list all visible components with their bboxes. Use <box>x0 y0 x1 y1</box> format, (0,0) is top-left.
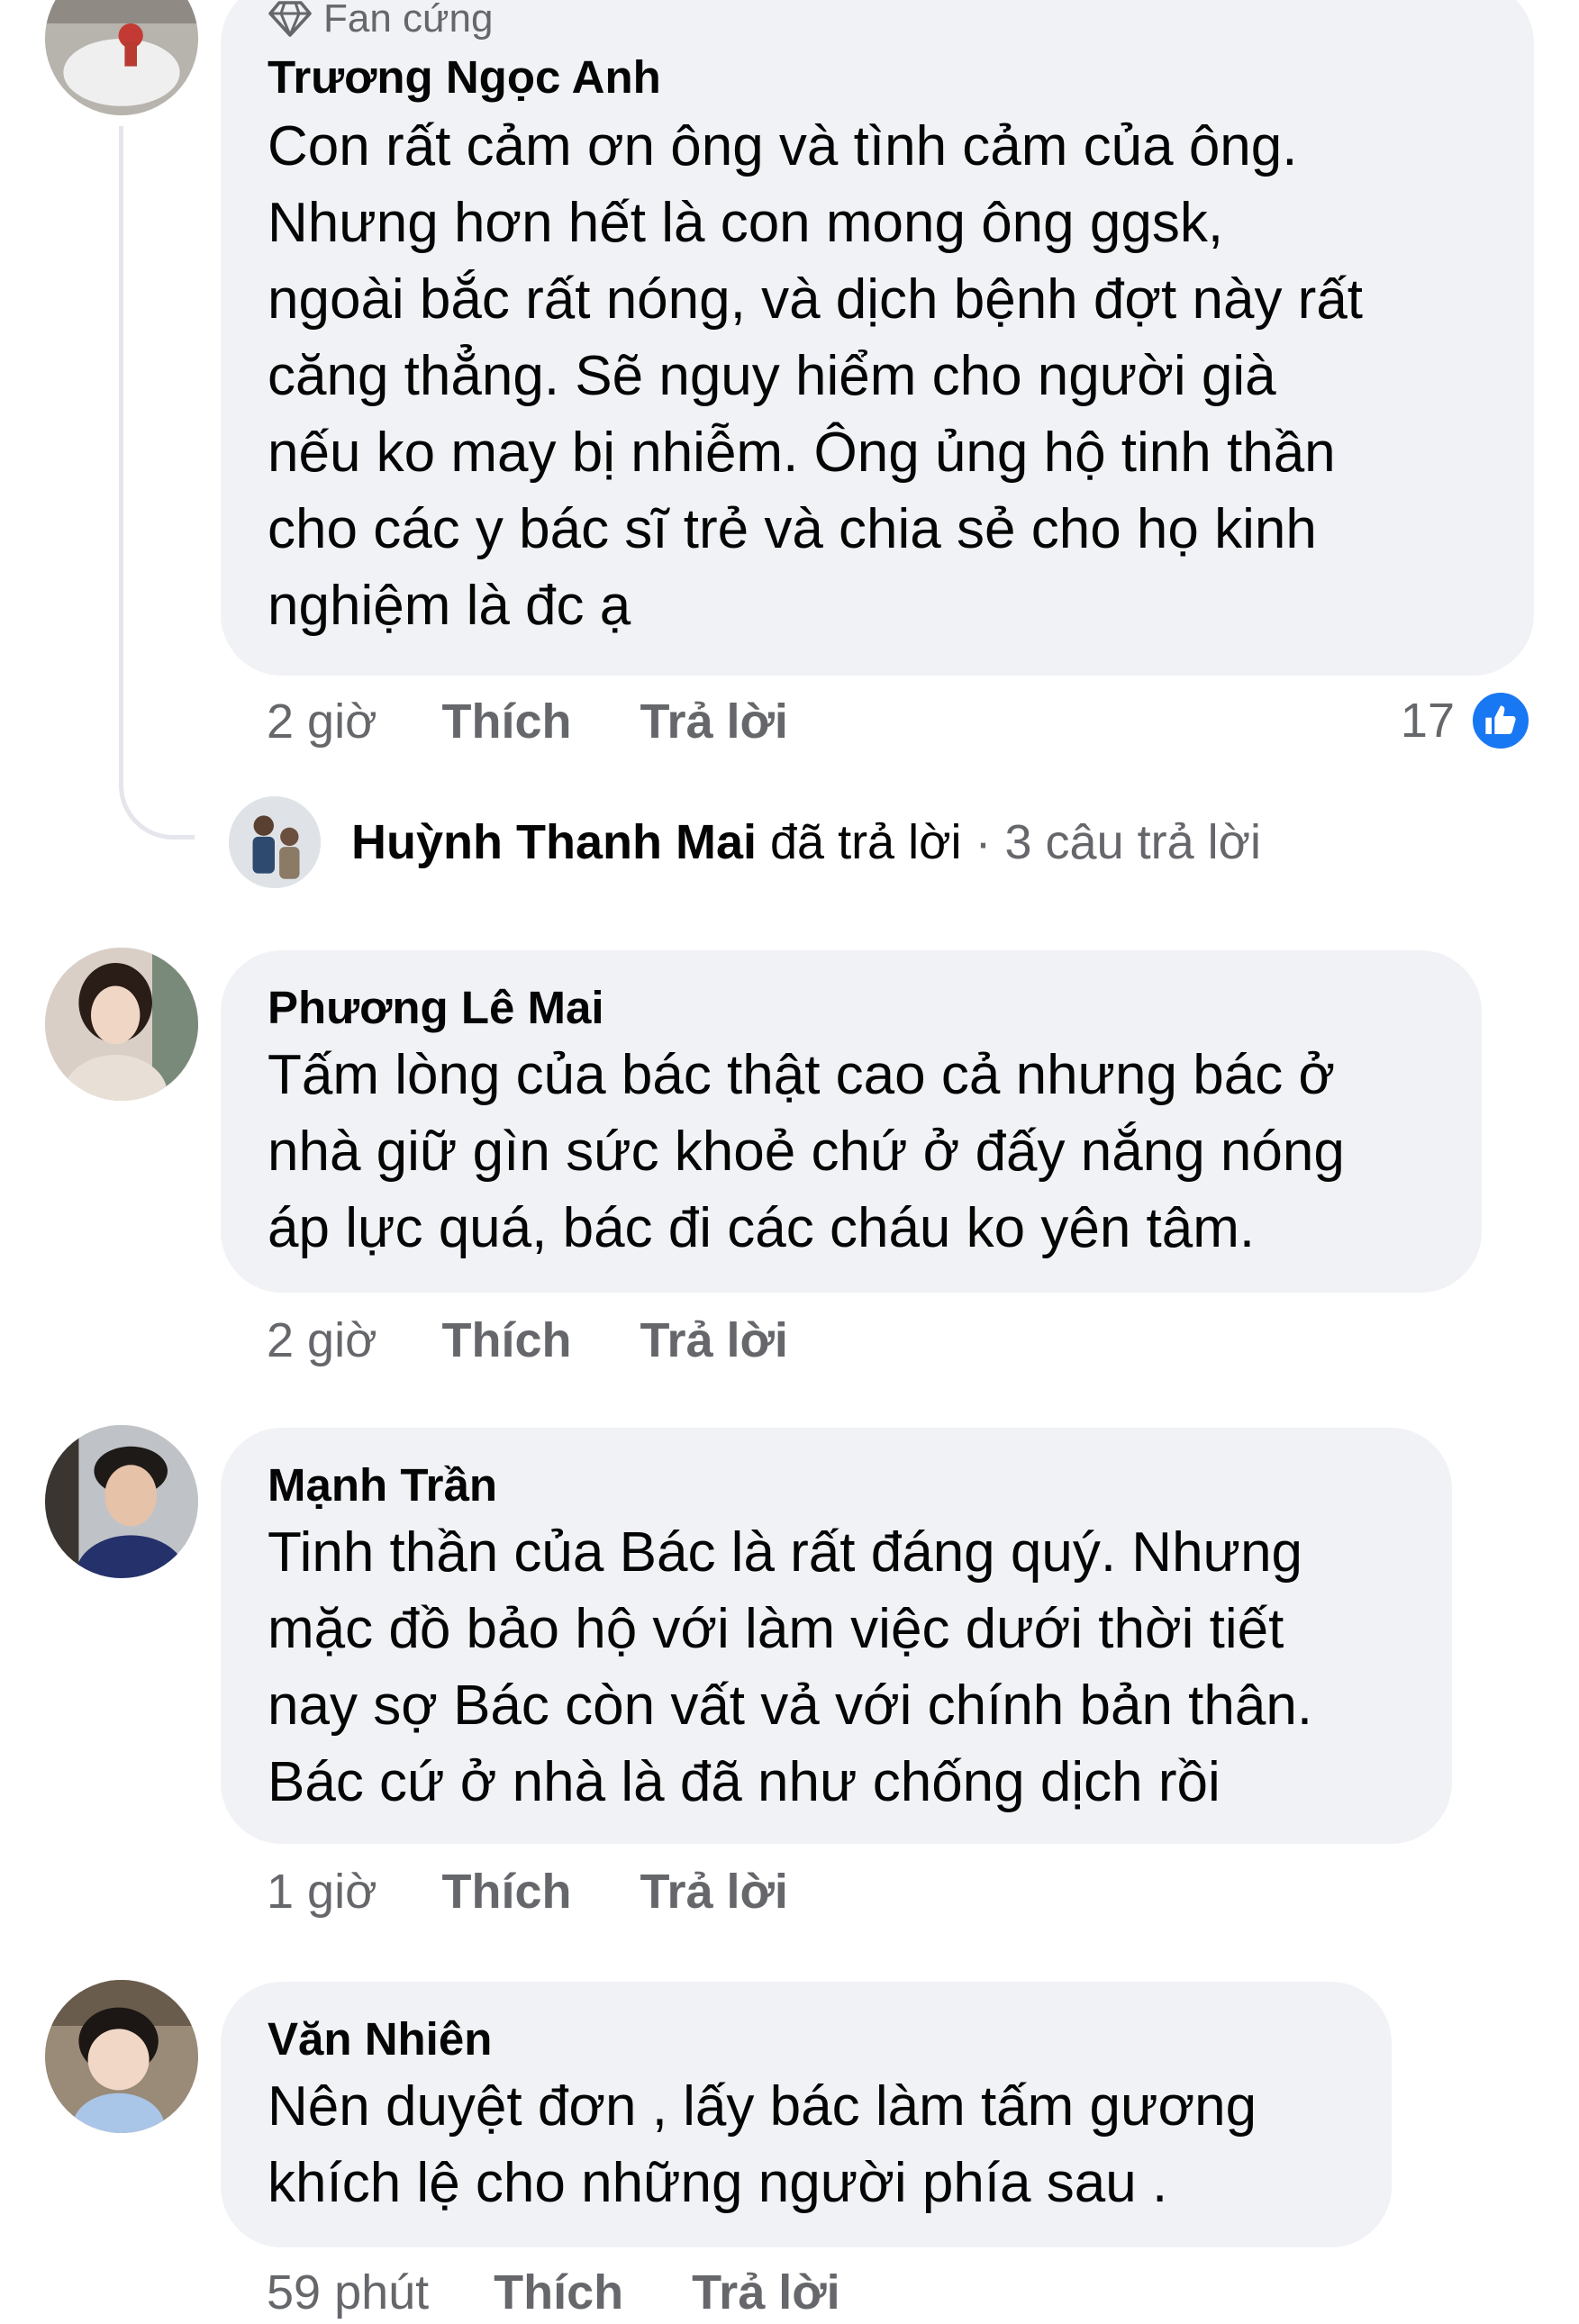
comment-bubble: Fan cứng Trương Ngọc Anh Con rất cảm ơn … <box>221 0 1534 676</box>
reply-separator: · <box>975 815 992 869</box>
reply-count: 3 câu trả lời <box>1004 815 1262 869</box>
badge-label: Fan cứng <box>323 0 494 41</box>
comment-time[interactable]: 2 giờ <box>267 1312 377 1368</box>
reply-button[interactable]: Trả lời <box>640 1864 787 1920</box>
comment-time[interactable]: 1 giờ <box>267 1864 377 1920</box>
comment-author[interactable]: Văn Nhiên <box>268 2012 1345 2066</box>
comment-actions: 59 phút Thích Trả lời <box>267 2261 909 2324</box>
avatar-image <box>229 796 321 888</box>
avatar-phuong-le-mai[interactable] <box>45 948 198 1101</box>
avatar-huynh-thanh-mai[interactable] <box>229 796 321 888</box>
comment-bubble: Văn Nhiên Nên duyệt đơn , lấy bác làm tấ… <box>221 1982 1392 2247</box>
avatar-van-nhien[interactable] <box>45 1980 198 2133</box>
like-icon <box>1469 689 1532 752</box>
comment-actions: 2 giờ Thích Trả lời <box>267 690 857 753</box>
like-button[interactable]: Thích <box>441 1312 571 1368</box>
comment-text: Tinh thần của Bác là rất đáng quý. Nhưng… <box>268 1521 1313 1813</box>
comment-actions: 1 giờ Thích Trả lời <box>267 1860 857 1923</box>
avatar-image <box>45 948 198 1101</box>
comment-author[interactable]: Phương Lê Mai <box>268 981 1435 1035</box>
reply-button[interactable]: Trả lời <box>640 1312 787 1368</box>
comment-bubble: Phương Lê Mai Tấm lòng của bác thật cao … <box>221 950 1482 1293</box>
avatar-truong-ngoc-anh[interactable] <box>45 0 198 115</box>
comment-time[interactable]: 2 giờ <box>267 694 377 749</box>
reply-author: Huỳnh Thanh Mai <box>351 815 757 869</box>
comment-text: Tấm lòng của bác thật cao cả nhưng bác ở… <box>268 1044 1345 1259</box>
comment-text: Nên duyệt đơn , lấy bác làm tấm gương kh… <box>268 2075 1257 2214</box>
like-button[interactable]: Thích <box>441 1864 571 1920</box>
comment-time[interactable]: 59 phút <box>267 2265 429 2320</box>
thumbs-up-icon <box>1485 705 1516 734</box>
avatar-manh-tran[interactable] <box>45 1425 198 1578</box>
like-button[interactable]: Thích <box>494 2265 623 2320</box>
reply-thread-line <box>119 126 195 840</box>
view-replies-link[interactable]: Huỳnh Thanh Mai đã trả lời · 3 câu trả l… <box>351 811 1261 874</box>
diamond-icon <box>268 1 312 37</box>
comment-bubble: Mạnh Trần Tinh thần của Bác là rất đáng … <box>221 1428 1452 1844</box>
comment-author[interactable]: Mạnh Trần <box>268 1458 1405 1512</box>
reply-action: đã trả lời <box>770 815 962 869</box>
comment-actions: 2 giờ Thích Trả lời <box>267 1309 857 1372</box>
avatar-image <box>45 1425 198 1578</box>
like-button[interactable]: Thích <box>441 694 571 749</box>
reply-button[interactable]: Trả lời <box>692 2265 839 2320</box>
avatar-image <box>45 0 198 115</box>
comment-text: Con rất cảm ơn ông và tình cảm của ông. … <box>268 115 1364 637</box>
reaction-summary[interactable]: 17 <box>1401 686 1532 755</box>
fan-badge: Fan cứng <box>268 0 1487 41</box>
reaction-count: 17 <box>1400 694 1455 748</box>
comment-author[interactable]: Trương Ngọc Anh <box>268 50 1487 104</box>
reply-button[interactable]: Trả lời <box>640 694 787 749</box>
avatar-image <box>45 1980 198 2133</box>
